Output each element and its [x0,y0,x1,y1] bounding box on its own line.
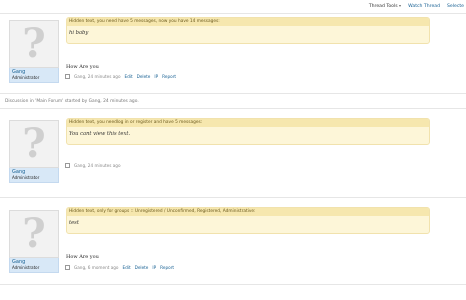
select-post-checkbox[interactable] [65,264,70,270]
post-date[interactable]: Gang, 24 minutes ago [74,163,121,168]
select-post-checkbox[interactable] [65,162,70,168]
user-title: Administrator [12,175,40,180]
avatar-placeholder-icon: ? [22,20,46,67]
select-post-checkbox[interactable] [65,73,70,79]
user-title: Administrator [12,75,40,80]
divider [0,108,466,109]
ip-link[interactable]: IP [152,265,156,270]
delete-link[interactable]: Delete [135,265,149,270]
watch-thread-link[interactable]: Watch Thread [408,2,440,12]
ip-link[interactable]: IP [154,74,158,79]
edit-link[interactable]: Edit [123,265,131,270]
avatar-placeholder-icon: ? [22,210,46,257]
hidden-text-body: hi baby [69,30,89,36]
hidden-text-header: Hidden text, only for groups :: Unregist… [67,208,429,216]
select-link[interactable]: Selecte [447,2,464,12]
report-link[interactable]: Report [160,265,174,270]
hidden-text-box: Hidden text, only for groups :: Unregist… [66,207,430,234]
user-info: Gang Administrator [9,68,59,83]
user-info: Gang Administrator [9,168,59,183]
thread-tools-menu[interactable]: Thread Tools [368,2,402,12]
avatar[interactable]: ? [9,20,59,68]
thread-toolbar: Thread Tools Watch Thread Selecte [369,2,466,12]
thread-note: Discussion in 'Main Forum' started by Ga… [5,99,139,104]
message-text: How Are you [66,254,99,260]
avatar-placeholder-icon: ? [22,120,46,167]
hidden-text-body: You cant view this text. [69,131,131,137]
edit-link[interactable]: Edit [125,74,133,79]
hidden-text-box: Hidden text, you need have 5 messages, n… [66,17,430,44]
post-meta: Gang, 24 minutes ago Edit Delete IP Repo… [65,72,176,80]
post-date[interactable]: Gang, 6 moment ago [74,265,119,270]
divider [0,93,466,94]
divider [0,284,466,285]
post-meta: Gang, 6 moment ago Edit Delete IP Report [65,263,174,271]
post-date[interactable]: Gang, 24 minutes ago [74,74,121,79]
avatar[interactable]: ? [9,210,59,258]
chevron-down-icon [399,4,402,7]
user-info: Gang Administrator [9,258,59,273]
hidden-text-box: Hidden text, you needlog in or register … [66,118,430,145]
divider [0,13,466,14]
report-link[interactable]: Report [162,74,176,79]
divider [0,197,466,198]
message-text: How Are you [66,64,99,70]
delete-link[interactable]: Delete [137,74,151,79]
hidden-text-body: test [69,220,79,226]
hidden-text-header: Hidden text, you needlog in or register … [67,119,429,127]
thread-tools-label: Thread Tools [368,4,398,9]
avatar[interactable]: ? [9,120,59,168]
post-meta: Gang, 24 minutes ago [65,161,121,169]
hidden-text-header: Hidden text, you need have 5 messages, n… [67,18,429,26]
user-title: Administrator [12,265,40,270]
